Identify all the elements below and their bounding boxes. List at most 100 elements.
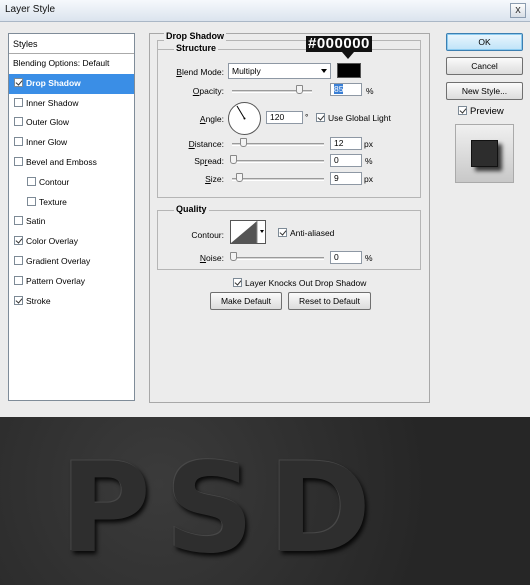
preview-check[interactable] — [458, 106, 467, 115]
style-item-checkbox[interactable] — [14, 117, 23, 127]
quality-title: Quality — [174, 204, 209, 214]
styles-items: Blending Options: Default Drop Shadow Inne… — [9, 54, 134, 311]
style-item-checkbox[interactable] — [14, 275, 23, 285]
cancel-button[interactable]: Cancel — [446, 57, 523, 75]
spread-slider-thumb[interactable] — [230, 155, 237, 164]
anti-aliased-check[interactable] — [278, 228, 287, 237]
contour-curve-icon — [231, 221, 264, 243]
style-item[interactable]: Contour — [9, 173, 134, 193]
style-item-label: Satin — [26, 216, 46, 227]
use-global-light-check[interactable] — [316, 113, 325, 122]
preview-square — [471, 140, 498, 167]
annotation-pointer-icon — [342, 52, 354, 59]
preview-checkbox[interactable]: Preview — [458, 106, 504, 117]
spread-label: Spread: — [194, 156, 224, 166]
style-item[interactable]: Drop Shadow — [9, 73, 134, 94]
style-item-checkbox[interactable] — [14, 137, 23, 147]
blend-mode-label: Blend Mode: — [176, 67, 224, 77]
opacity-slider-thumb[interactable] — [296, 85, 303, 94]
size-slider-track[interactable] — [232, 178, 324, 181]
noise-unit: % — [365, 253, 373, 263]
size-slider-thumb[interactable] — [236, 173, 243, 182]
contour-label: Contour: — [191, 230, 224, 240]
distance-slider-thumb[interactable] — [240, 138, 247, 147]
style-item[interactable]: Stroke — [9, 292, 134, 312]
noise-input[interactable]: 0 — [330, 251, 362, 264]
style-item[interactable]: Pattern Overlay — [9, 272, 134, 292]
style-item-checkbox[interactable] — [27, 176, 36, 186]
style-item-label: Drop Shadow — [26, 77, 81, 88]
close-button[interactable]: x — [510, 3, 526, 18]
shadow-color-swatch[interactable] — [337, 63, 361, 78]
angle-dial[interactable] — [228, 102, 261, 135]
canvas-psd-text: PSD — [60, 437, 386, 581]
style-preview-thumbnail — [455, 124, 514, 183]
chevron-down-icon — [321, 69, 327, 73]
use-global-light-label: Use Global Light — [328, 113, 391, 123]
style-item-checkbox[interactable] — [14, 236, 23, 246]
anti-aliased-label: Anti-aliased — [290, 228, 335, 238]
angle-label: Angle: — [199, 114, 224, 124]
use-global-light-checkbox[interactable]: Use Global Light — [316, 113, 391, 123]
style-item-label: Inner Glow — [26, 137, 68, 148]
styles-header[interactable]: Styles — [9, 34, 134, 54]
style-item-checkbox[interactable] — [14, 156, 23, 166]
style-item-checkbox[interactable] — [14, 255, 23, 265]
style-item-checkbox[interactable] — [27, 196, 36, 206]
knocks-out-check[interactable] — [233, 278, 242, 287]
style-item[interactable]: Bevel and Emboss — [9, 153, 134, 173]
style-item-label: Stroke — [26, 295, 51, 306]
style-item[interactable]: Outer Glow — [9, 113, 134, 133]
style-item-label: Inner Shadow — [26, 97, 79, 108]
style-item[interactable]: Satin — [9, 212, 134, 232]
opacity-input[interactable]: 85 — [330, 83, 362, 96]
noise-slider-thumb[interactable] — [230, 252, 237, 261]
reset-to-default-button[interactable]: Reset to Default — [288, 292, 371, 310]
distance-input[interactable]: 12 — [330, 137, 362, 150]
spread-input[interactable]: 0 — [330, 154, 362, 167]
opacity-unit: % — [366, 86, 374, 96]
size-input[interactable]: 9 — [330, 172, 362, 185]
blend-mode-select[interactable]: Multiply — [228, 63, 331, 79]
style-item-checkbox[interactable] — [14, 216, 23, 226]
style-item[interactable]: Inner Glow — [9, 133, 134, 153]
knocks-out-label: Layer Knocks Out Drop Shadow — [245, 278, 367, 288]
style-item[interactable]: Color Overlay — [9, 232, 134, 252]
anti-aliased-checkbox[interactable]: Anti-aliased — [278, 228, 334, 238]
style-item-label: Outer Glow — [26, 117, 69, 128]
preview-label: Preview — [470, 106, 504, 117]
style-item-label: Contour — [39, 176, 70, 187]
style-item[interactable]: Blending Options: Default — [9, 54, 134, 74]
style-item-checkbox[interactable] — [14, 77, 23, 87]
style-item[interactable]: Gradient Overlay — [9, 252, 134, 272]
color-hex-annotation: #000000 — [306, 35, 372, 52]
style-item-checkbox[interactable] — [14, 97, 23, 107]
drop-shadow-title: Drop Shadow — [164, 31, 226, 41]
noise-label: Noise: — [199, 253, 224, 263]
noise-slider-track[interactable] — [232, 257, 324, 260]
angle-input[interactable]: 120 — [266, 111, 303, 124]
canvas-preview-image: PSD — [0, 417, 530, 585]
blend-mode-value: Multiply — [232, 66, 261, 76]
style-item-label: Texture — [39, 196, 67, 207]
style-item[interactable]: Inner Shadow — [9, 94, 134, 114]
style-item-label: Color Overlay — [26, 236, 78, 247]
spread-unit: % — [365, 156, 373, 166]
style-item-checkbox[interactable] — [14, 295, 23, 305]
ok-button[interactable]: OK — [446, 33, 523, 51]
angle-unit: ° — [305, 112, 309, 122]
style-item[interactable]: Texture — [9, 193, 134, 213]
size-label: Size: — [205, 174, 224, 184]
make-default-button[interactable]: Make Default — [210, 292, 282, 310]
drop-shadow-panel: Drop Shadow Structure #000000 Blend Mode… — [149, 31, 430, 403]
style-item-label: Gradient Overlay — [26, 255, 91, 266]
style-item-label: Blending Options: Default — [13, 58, 110, 68]
window-titlebar: Layer Style x — [0, 0, 530, 22]
spread-slider-track[interactable] — [232, 160, 324, 163]
knocks-out-checkbox[interactable]: Layer Knocks Out Drop Shadow — [233, 278, 366, 288]
opacity-label: Opacity: — [192, 86, 224, 96]
distance-unit: px — [364, 139, 373, 149]
contour-picker[interactable] — [230, 220, 266, 244]
style-item-label: Bevel and Emboss — [26, 156, 97, 167]
new-style-button[interactable]: New Style... — [446, 82, 523, 100]
